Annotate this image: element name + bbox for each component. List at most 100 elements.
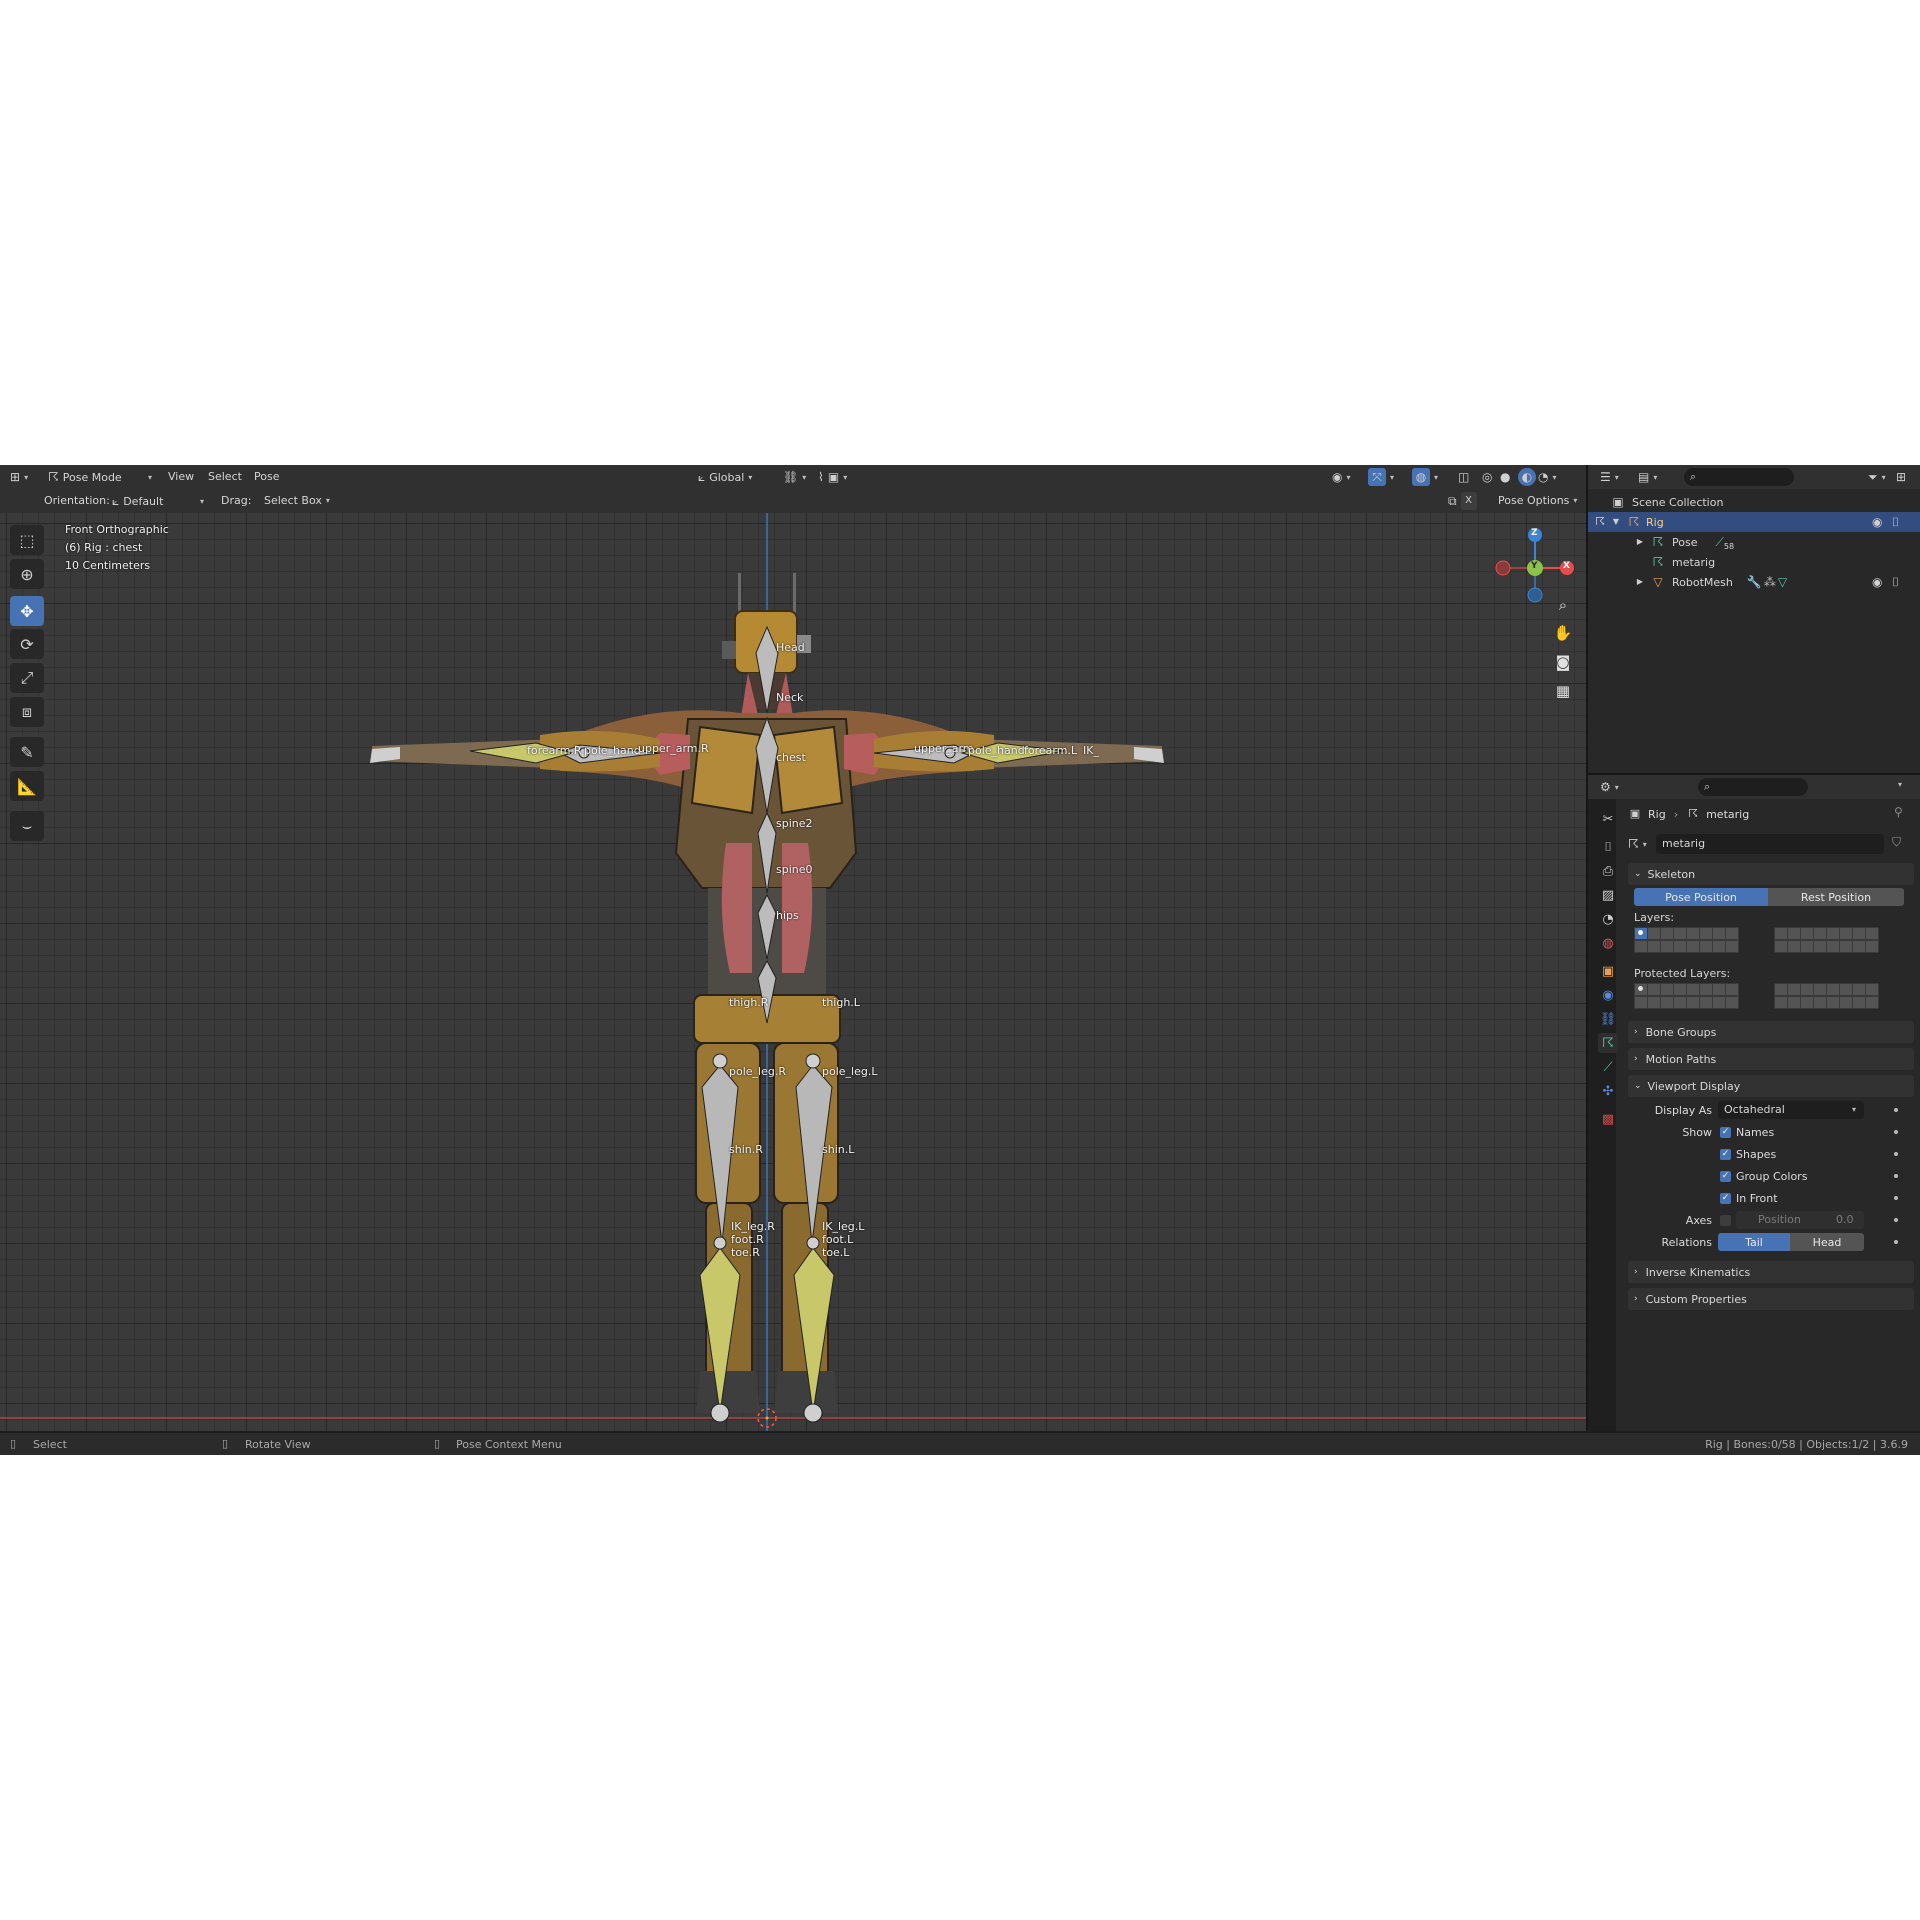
pin-icon[interactable]: ⚲ [1894,805,1903,819]
layer-button[interactable] [1647,983,1661,996]
layer-button[interactable] [1865,996,1879,1009]
layer-button[interactable] [1660,983,1674,996]
drag-dropdown[interactable]: Select Box ▾ [264,494,330,507]
display-mode-dropdown[interactable]: ▤ ▾ [1638,468,1657,486]
keyframe-dot[interactable] [1894,1240,1898,1244]
shading-wireframe[interactable]: ◎ [1482,468,1492,486]
render-tab-icon[interactable]: ⌷ [1598,837,1618,857]
3d-viewport[interactable]: Z Y X ⌕ ✋ ◙ ▦ Front Orthographic (6) Rig… [0,513,1586,1431]
layer-button[interactable] [1686,996,1700,1009]
physics-tab-icon[interactable]: ◉ [1598,985,1618,1005]
mode-selector[interactable]: ☈ Pose Mode ▾ [48,468,152,486]
layers-grid-right[interactable] [1774,927,1879,953]
viewport-display-panel-header[interactable]: ⌄ Viewport Display [1628,1075,1914,1097]
move-tool[interactable]: ✥ [10,596,44,626]
pivot-point-dropdown[interactable]: ⛓ ▾ [783,468,806,486]
pose-position-button[interactable]: Pose Position [1634,888,1768,906]
outliner-search-input[interactable]: ⌕ [1684,468,1794,486]
editor-type-button[interactable]: ⊞ ▾ [10,468,28,486]
layer-button[interactable] [1712,927,1726,940]
layer-button[interactable] [1634,940,1648,953]
transform-orientation-dropdown[interactable]: ⟀ Global ▾ [698,468,752,486]
group-colors-checkbox[interactable]: ✓ Group Colors [1720,1167,1807,1185]
rest-position-button[interactable]: Rest Position [1768,888,1904,906]
inverse-kinematics-panel-header[interactable]: › Inverse Kinematics [1628,1261,1914,1283]
outliner-editor-type[interactable]: ☰ ▾ [1600,468,1619,486]
layer-button[interactable] [1839,983,1853,996]
layer-button[interactable] [1686,927,1700,940]
layer-button[interactable] [1787,927,1801,940]
layer-button[interactable] [1660,996,1674,1009]
layer-button[interactable] [1787,983,1801,996]
layer-button[interactable] [1839,927,1853,940]
properties-search-input[interactable]: ⌕ [1698,778,1808,796]
layer-button[interactable] [1813,983,1827,996]
camera-icon[interactable]: ⌷ [1892,573,1899,591]
layer-button[interactable] [1699,996,1713,1009]
select-box-tool[interactable]: ⬚ [10,525,44,555]
layer-button[interactable] [1865,927,1879,940]
layer-button[interactable] [1725,927,1739,940]
xray-toggle[interactable]: ◫ [1458,468,1469,486]
layer-button[interactable] [1712,983,1726,996]
camera-view-icon[interactable]: ◙ [1550,649,1576,675]
layer-button[interactable] [1839,996,1853,1009]
tool-tab-icon[interactable]: ✂ [1598,809,1618,829]
keyframe-dot[interactable] [1894,1196,1898,1200]
expand-arrow-icon[interactable]: ▶ [1634,573,1646,591]
axes-checkbox[interactable] [1720,1211,1736,1229]
in-front-checkbox[interactable]: ✓ In Front [1720,1189,1778,1207]
motion-paths-panel-header[interactable]: › Motion Paths [1628,1048,1914,1070]
eye-icon[interactable]: ◉ [1872,513,1882,531]
outliner-row-metarig[interactable]: ☈ metarig [1588,552,1920,572]
layer-button[interactable] [1673,983,1687,996]
layer-button[interactable] [1774,996,1788,1009]
layer-button[interactable] [1673,940,1687,953]
object-tab-icon[interactable]: ▣ [1598,961,1618,981]
layer-button[interactable] [1865,983,1879,996]
menu-select[interactable]: Select [208,470,242,483]
display-as-dropdown[interactable]: Octahedral ▾ [1718,1101,1864,1119]
grid-ortho-icon[interactable]: ▦ [1550,678,1576,704]
layer-button[interactable] [1699,927,1713,940]
world-tab-icon[interactable]: ◍ [1598,933,1618,953]
relations-head-button[interactable]: Head [1790,1233,1864,1251]
layer-button[interactable] [1774,927,1788,940]
properties-options[interactable]: ▾ [1898,780,1902,789]
cursor-tool[interactable]: ⊕ [10,559,44,589]
eye-icon[interactable]: ◉ [1872,573,1882,591]
texture-tab-icon[interactable]: ▩ [1598,1109,1618,1129]
keyframe-dot[interactable] [1894,1152,1898,1156]
layer-button[interactable] [1826,996,1840,1009]
layer-button[interactable] [1813,996,1827,1009]
layer-button[interactable] [1852,927,1866,940]
output-tab-icon[interactable]: ⎙ [1598,861,1618,881]
layer-button[interactable] [1800,927,1814,940]
visibility-dropdown[interactable]: ◉ ▾ [1332,468,1351,486]
layer-button[interactable] [1686,940,1700,953]
layer-button[interactable] [1813,940,1827,953]
keyframe-dot[interactable] [1894,1218,1898,1222]
layer-button[interactable] [1800,996,1814,1009]
zoom-icon[interactable]: ⌕ [1550,592,1576,618]
expand-arrow-icon[interactable]: ▶ [1634,533,1646,551]
layer-button[interactable] [1839,940,1853,953]
layer-button[interactable] [1660,927,1674,940]
menu-view[interactable]: View [168,470,194,483]
layer-button[interactable] [1852,983,1866,996]
layer-button[interactable] [1813,927,1827,940]
axes-position-field[interactable]: Position 0.0 [1736,1211,1864,1229]
orientation-dropdown[interactable]: ⟀ Default ▾ [112,492,204,510]
relations-tail-button[interactable]: Tail [1718,1233,1790,1251]
transform-tool[interactable]: ⧈ [10,697,44,727]
datablock-browse[interactable]: ☈ ▾ [1628,835,1647,853]
layer-button[interactable] [1725,940,1739,953]
outliner-row-rig[interactable]: ☈ ▼ ☈ Rig ◉ ⌷ [1588,512,1920,532]
layer-button[interactable] [1647,996,1661,1009]
layer-button[interactable] [1787,940,1801,953]
mirror-options[interactable]: ⧉ X [1448,492,1477,510]
new-collection-button[interactable]: ⊞ [1896,468,1906,486]
layers-grid-left[interactable] [1634,927,1739,953]
outliner-row-scene-collection[interactable]: ▣ Scene Collection [1588,492,1920,512]
annotate-tool[interactable]: ✎ [10,737,44,767]
